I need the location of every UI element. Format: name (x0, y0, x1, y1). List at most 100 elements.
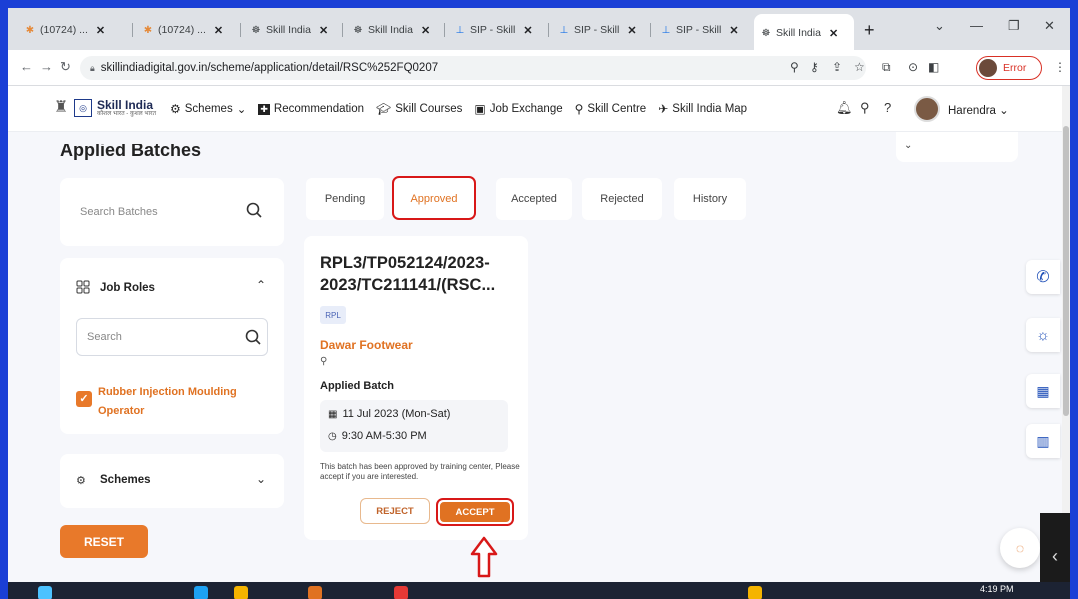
skill-india-mark-icon: ◎ (74, 99, 92, 117)
lightbulb-icon[interactable]: ☼ (1026, 318, 1060, 352)
chevron-up-icon[interactable]: ⌃ (256, 278, 266, 292)
grid-icon (76, 280, 90, 294)
close-tab-icon[interactable]: ✕ (214, 24, 223, 37)
search-icon[interactable] (245, 329, 261, 345)
share-icon[interactable]: ⇪ (832, 60, 842, 74)
tab-search-icon[interactable]: ⌄ (934, 18, 945, 34)
page-scrollbar[interactable] (1062, 86, 1070, 582)
extensions-icon[interactable]: ⧉ (882, 60, 891, 75)
browser-tab[interactable]: ☸ Skill India ✕ (244, 18, 334, 42)
browser-tab[interactable]: ⊥ SIP - Skill ✕ (654, 18, 745, 42)
reload-icon[interactable]: ↻ (60, 59, 71, 75)
forward-icon[interactable]: → (40, 59, 53, 74)
recommendation-icon: ✚ (258, 103, 270, 115)
job-role-label[interactable]: Rubber Injection Moulding Operator (98, 383, 278, 421)
nav-skill-centre[interactable]: ⚲ Skill Centre (575, 102, 647, 116)
close-tab-icon[interactable]: ✕ (421, 24, 430, 37)
job-roles-search-input[interactable]: Search (76, 318, 268, 356)
tab-label: SIP - Skill (676, 24, 722, 36)
tab-accepted[interactable]: Accepted (496, 178, 572, 220)
user-name: Harendra (948, 105, 996, 117)
taskbar-app-icon[interactable] (748, 586, 762, 599)
browser-tab[interactable]: ✱ (10724) ... ✕ (136, 18, 229, 42)
tab-history[interactable]: History (674, 178, 746, 220)
tab-pending[interactable]: Pending (306, 178, 384, 220)
taskbar-app-icon[interactable] (394, 586, 408, 599)
tab-favicon-icon: ⊥ (661, 24, 671, 36)
restore-icon[interactable]: ❐ (1008, 18, 1020, 34)
tab-label: Skill India (266, 24, 311, 36)
reset-button[interactable]: RESET (60, 525, 148, 558)
close-tab-icon[interactable]: ✕ (523, 24, 532, 37)
logo-title: Skill India (97, 98, 154, 112)
browser-tab[interactable]: ✱ (10724) ... ✕ (18, 18, 111, 42)
close-tab-icon[interactable]: ✕ (627, 24, 636, 37)
schemes-card[interactable]: ⚙ Schemes ⌄ (60, 454, 284, 508)
sidepanel-icon[interactable]: ◧ (928, 60, 939, 74)
site-logo[interactable]: ♜ ◎ Skill India कौशल भारत - कुशल भारत (52, 96, 156, 120)
chevron-down-icon[interactable]: ⌄ (256, 472, 266, 486)
job-role-checkbox[interactable]: ✓ (76, 391, 92, 407)
minimize-icon[interactable]: — (970, 18, 983, 33)
search-icon[interactable]: ⚲ (860, 100, 870, 116)
close-tab-icon[interactable]: ✕ (96, 24, 105, 37)
search-batches-card: Search Batches (60, 178, 284, 246)
chat-assist-button[interactable]: ◌ (1000, 528, 1040, 568)
batch-schedule: ▦ 11 Jul 2023 (Mon-Sat) ◷ 9:30 AM-5:30 PM (320, 400, 508, 452)
tab-rejected[interactable]: Rejected (582, 178, 662, 220)
batch-time: 9:30 AM-5:30 PM (341, 430, 427, 442)
search-icon[interactable] (246, 202, 262, 218)
location-pin-icon: ⚲ (574, 102, 584, 116)
schemes-icon: ⚙ (76, 475, 86, 487)
new-tab-icon[interactable]: + (864, 20, 875, 41)
reject-button[interactable]: REJECT (360, 498, 430, 524)
close-tab-icon[interactable]: ✕ (729, 24, 738, 37)
batch-approval-note: This batch has been approved by training… (320, 462, 520, 481)
batch-title: RPL3/TP052124/2023-2023/TC211141/(RSC... (320, 254, 496, 294)
tab-label: Skill India (776, 27, 821, 39)
profile-error-button[interactable]: Error (976, 56, 1042, 80)
search-batches-input[interactable]: Search Batches (80, 206, 158, 218)
browser-tab[interactable]: ⊥ SIP - Skill ✕ (448, 18, 539, 42)
nav-skill-courses[interactable]: 🎓︎ Skill Courses (376, 102, 462, 116)
close-tab-icon[interactable]: ✕ (319, 24, 328, 37)
nav-recommendation[interactable]: ✚ Recommendation (258, 102, 364, 116)
browser-menu-icon[interactable]: ⋮ (1054, 60, 1066, 74)
url-input[interactable]: 🔒︎ skillindiadigital.gov.in/scheme/appli… (80, 56, 866, 80)
annotation-arrow-icon (470, 536, 498, 578)
user-avatar[interactable] (914, 96, 940, 122)
nav-schemes[interactable]: ⚙ Schemes ⌄ (170, 102, 246, 116)
scrollbar-thumb[interactable] (1063, 126, 1069, 416)
bar-chart-icon[interactable]: ▥ (1026, 424, 1060, 458)
browser-tab[interactable]: ☸ Skill India ✕ (346, 18, 436, 42)
taskbar-app-icon[interactable] (194, 586, 208, 599)
taskbar-app-icon[interactable] (308, 586, 322, 599)
chevron-left-icon: ‹ (1052, 545, 1058, 566)
logo-tagline: कौशल भारत - कुशल भारत (97, 111, 157, 117)
nav-job-exchange[interactable]: ▣ Job Exchange (474, 102, 562, 116)
browser-tab-active[interactable]: ☸ Skill India ✕ (754, 14, 854, 50)
address-bar-row: ← → ↻ 🔒︎ skillindiadigital.gov.in/scheme… (8, 50, 1070, 86)
help-icon[interactable]: ? (884, 100, 891, 115)
url-text: skillindiadigital.gov.in/scheme/applicat… (100, 62, 439, 74)
qr-code-icon[interactable]: ▦ (1026, 374, 1060, 408)
back-icon[interactable]: ← (20, 59, 33, 74)
taskbar-app-icon[interactable] (234, 586, 248, 599)
nav-label: Skill Courses (395, 103, 463, 115)
windows-start-icon[interactable] (38, 586, 52, 599)
window-close-icon[interactable]: ✕ (1044, 18, 1055, 34)
sort-dropdown[interactable]: ⌄ (896, 132, 1018, 162)
highlight-approved-tab (392, 176, 476, 220)
browser-tab[interactable]: ⊥ SIP - Skill ✕ (552, 18, 643, 42)
bookmark-star-icon[interactable]: ☆ (854, 60, 865, 74)
nav-skill-india-map[interactable]: ✈ Skill India Map (658, 102, 747, 116)
phone-call-icon[interactable]: ✆ (1026, 260, 1060, 294)
user-menu[interactable]: Harendra ⌄ (948, 103, 1009, 117)
location-icon[interactable]: ⚲ (790, 60, 799, 74)
history-icon[interactable]: ⊙ (908, 60, 918, 74)
clock-icon: ◷ (328, 430, 337, 442)
close-tab-icon[interactable]: ✕ (829, 27, 838, 40)
key-icon[interactable]: ⚷ (810, 60, 819, 74)
bell-icon[interactable]: 🔔︎ (836, 100, 853, 116)
map-icon: ✈ (658, 102, 669, 116)
